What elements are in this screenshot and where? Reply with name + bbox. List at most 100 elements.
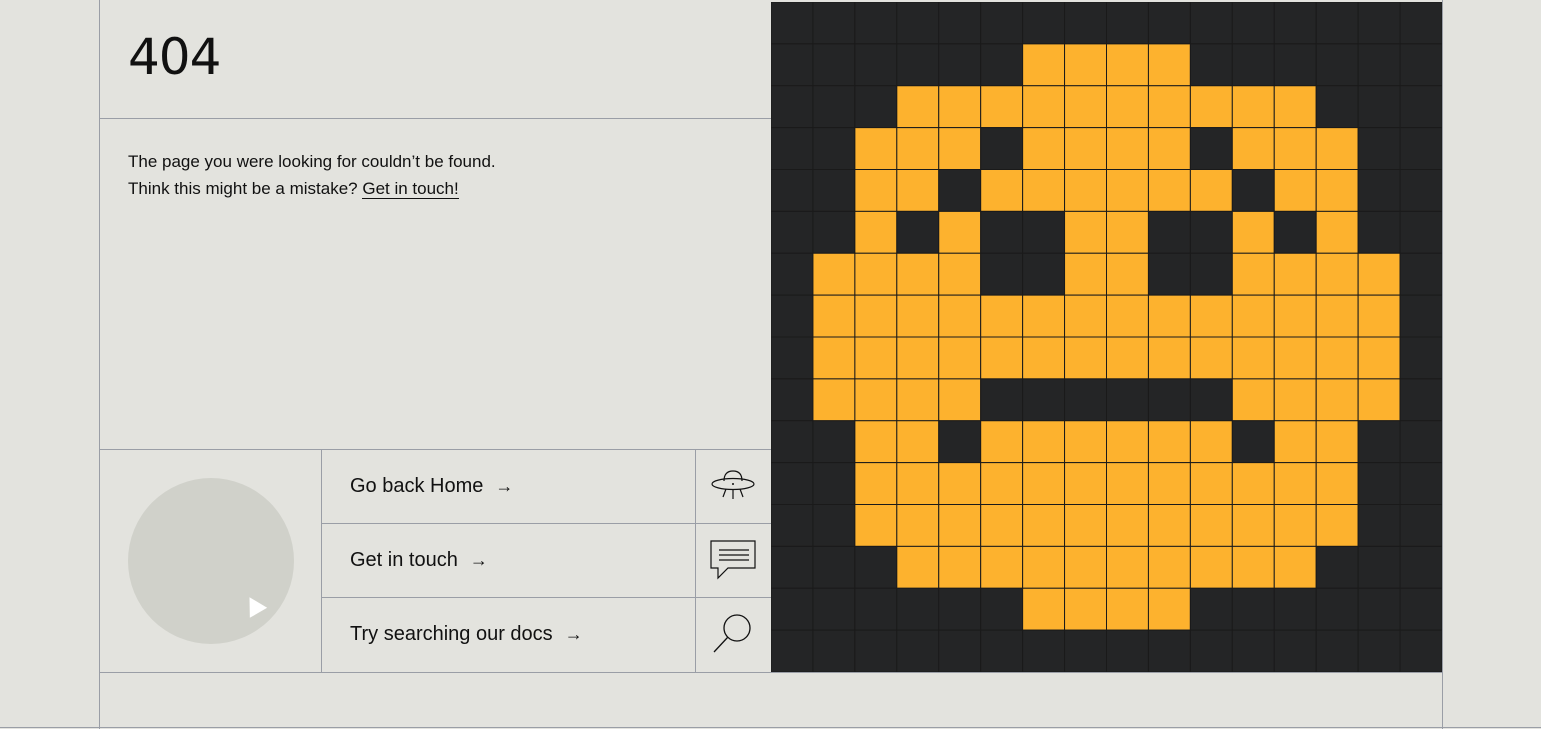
error-message-question: Think this might be a mistake? [128,179,358,198]
pixel-face-cell [938,294,982,338]
go-back-home-link[interactable]: Go back Home → [322,449,695,523]
knob-pointer-icon [240,592,268,618]
pixel-face-cell [1106,336,1149,380]
pixel-face-cell [938,336,982,380]
pixel-face-cell [1147,504,1191,547]
pixel-face-cell [1273,462,1317,506]
frame-right-border [1442,0,1443,729]
pixel-face-cell [1231,127,1275,171]
pixel-background-cell [771,169,814,212]
pixel-face-cell [812,294,856,338]
pixel-background-cell [938,169,982,212]
rotary-knob[interactable] [128,478,294,644]
pixel-face-cell [1147,587,1191,631]
pixel-face-cell [1022,545,1066,589]
pixel-face-cell [1064,336,1107,380]
pixel-background-cell [1273,43,1317,87]
pixel-background-cell [1231,169,1275,212]
get-in-touch-inline-link[interactable]: Get in touch! [362,179,459,199]
pixel-face-cell [980,85,1024,129]
pixel-face-cell [896,545,940,589]
pixel-face-cell [896,85,940,129]
pixel-background-cell [1106,378,1149,422]
search-icon[interactable] [696,597,770,671]
pixel-face-cell [1273,252,1317,296]
pixel-face-cell [1106,169,1149,212]
pixel-background-cell [1106,629,1149,672]
pixel-background-cell [1147,378,1191,422]
pixel-background-cell [1273,2,1317,45]
pixel-background-cell [1022,378,1066,422]
arrow-right-icon: → [564,623,583,644]
pixel-face-cell [896,169,940,212]
pixel-face-cell [1273,336,1317,380]
pixel-face-cell [1231,378,1275,422]
pixel-background-cell [1231,2,1275,45]
pixel-background-cell [771,504,814,547]
pixel-face-cell [1147,462,1191,506]
pixel-face-cell [1357,252,1401,296]
pixel-face-cell [854,420,898,464]
pixel-face-cell [1064,504,1107,547]
pixel-face-cell [938,545,982,589]
pixel-face-cell [980,420,1024,464]
pixel-background-cell [1399,169,1442,212]
pixel-face-cell [1357,378,1401,422]
pixel-background-cell [1357,629,1401,672]
pixel-background-cell [1399,587,1442,631]
pixel-face-cell [1231,462,1275,506]
pixel-face-cell [1147,545,1191,589]
pixel-background-cell [980,378,1024,422]
pixel-background-cell [771,127,814,171]
pixel-background-cell [1315,2,1359,45]
pixel-face-cell [1273,169,1317,212]
pixel-face-cell [1022,294,1066,338]
search-icon-graphic [713,614,751,653]
pixel-face-cell [1064,127,1107,171]
pixel-background-cell [1357,587,1401,631]
pixel-face-cell [980,545,1024,589]
pixel-background-cell [1399,378,1442,422]
chat-bubble-icon[interactable] [696,523,770,597]
get-in-touch-link[interactable]: Get in touch → [322,523,695,597]
pixel-face-cell [1315,252,1359,296]
pixel-face-cell [854,252,898,296]
pixel-background-cell [771,378,814,422]
pixel-background-cell [854,85,898,129]
pixel-background-cell [854,2,898,45]
pixel-face-cell [1231,210,1275,254]
pixel-background-cell [1231,587,1275,631]
footer-divider [99,672,1443,673]
pixel-background-cell [1189,2,1233,45]
pixel-background-cell [854,43,898,87]
pixel-face-cell [1022,169,1066,212]
pixel-background-cell [1357,462,1401,506]
pixel-background-cell [1189,587,1233,631]
error-message-line-1: The page you were looking for couldn’t b… [128,152,496,171]
pixel-face-cell [1064,43,1107,87]
pixel-face-cell [896,504,940,547]
pixel-background-cell [812,85,856,129]
pixel-face-cell [1273,294,1317,338]
pixel-background-cell [771,2,814,45]
pixel-background-cell [980,629,1024,672]
pixel-face-cell [1189,504,1233,547]
pixel-background-cell [1022,210,1066,254]
pixel-face-cell [1064,462,1107,506]
pixel-face-cell [896,378,940,422]
pixel-background-cell [1357,85,1401,129]
pixel-background-cell [1022,252,1066,296]
pixel-background-cell [938,587,982,631]
pixel-face-cell [1189,420,1233,464]
ufo-icon[interactable] [696,449,770,523]
pixel-background-cell [1357,43,1401,87]
pixel-background-cell [812,169,856,212]
pixel-background-cell [1315,43,1359,87]
pixel-face-cell [1315,294,1359,338]
pixel-face-cell [1064,252,1107,296]
pixel-background-cell [938,629,982,672]
pixel-background-cell [1399,2,1442,45]
search-docs-link[interactable]: Try searching our docs → [322,597,695,671]
pixel-background-cell [1399,504,1442,547]
pixel-face-cell [980,504,1024,547]
